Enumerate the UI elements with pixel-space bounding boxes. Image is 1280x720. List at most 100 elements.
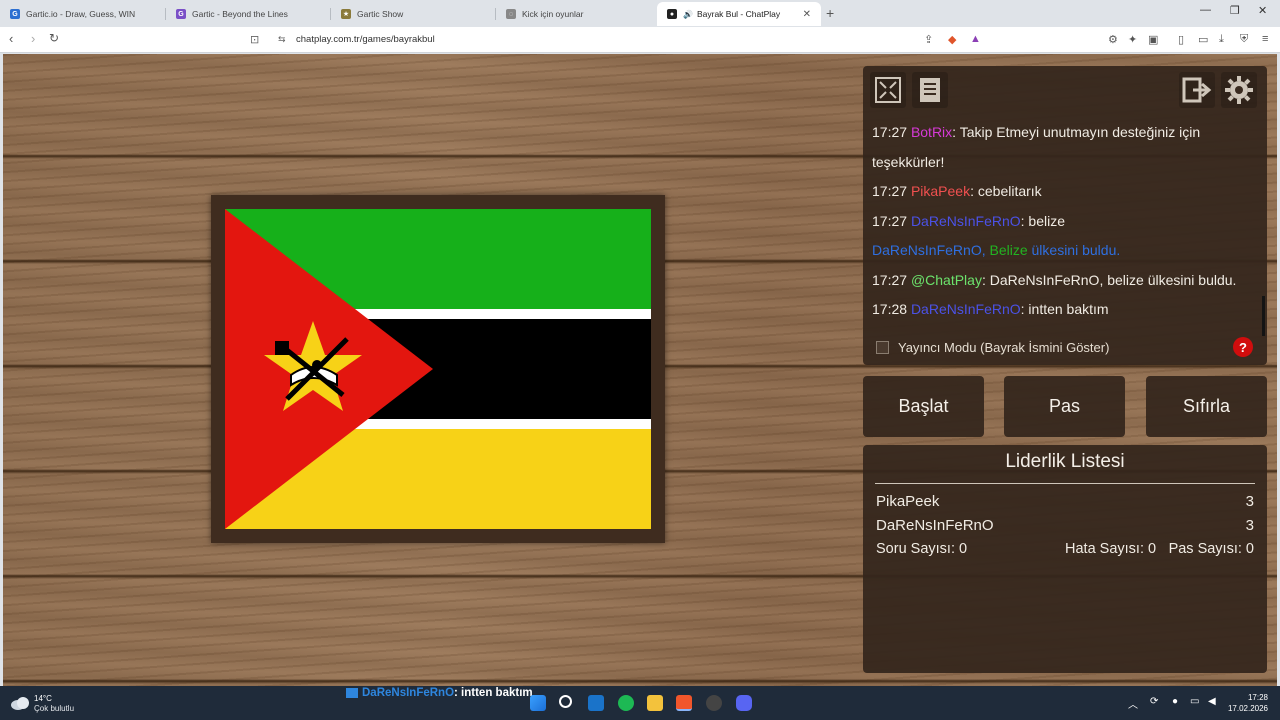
leaderboard-row: DaReNsInFeRnO 3 <box>876 517 1254 534</box>
maximize-icon[interactable]: ❐ <box>1230 4 1240 17</box>
puzzle-icon[interactable]: ✦ <box>1128 33 1137 46</box>
brave-shield-icon[interactable]: ◆ <box>948 33 956 46</box>
pass-button[interactable]: Pas <box>1004 376 1125 437</box>
brave-rewards-icon[interactable]: ▲ <box>970 33 981 45</box>
reset-button[interactable]: Sıfırla <box>1146 376 1267 437</box>
tab-title: Bayrak Bul - ChatPlay <box>696 9 781 19</box>
close-tab-icon[interactable]: ✕ <box>803 9 811 20</box>
download-icon[interactable]: ⤓ <box>1219 33 1224 46</box>
sync-icon[interactable]: ⟳ <box>1150 696 1158 707</box>
settings-button[interactable] <box>1221 72 1257 108</box>
gartic-io-icon: G <box>10 9 20 19</box>
site-info-icon[interactable]: ⇆ <box>278 34 286 45</box>
fullscreen-icon <box>875 77 901 103</box>
speaker-icon: 🔊 <box>683 9 693 19</box>
tab-title: Kick için oyunlar <box>522 9 584 19</box>
weather-desc[interactable]: Çok bulutlu <box>34 704 74 713</box>
tab-gartic-io[interactable]: G Gartic.io - Draw, Guess, WIN <box>0 2 165 26</box>
tab-title: Gartic.io - Draw, Guess, WIN <box>26 9 136 19</box>
chat-username: DaReNsInFeRnO <box>910 301 1021 317</box>
player-score: 3 <box>1245 517 1254 534</box>
menu-icon[interactable]: ≡ <box>1262 33 1268 45</box>
chat-username: BotRix <box>910 124 953 140</box>
bookmark-icon[interactable]: ⊡ <box>250 33 259 46</box>
pass-count: Pas Sayısı: 0 <box>1168 541 1254 557</box>
chat-message: 17:27 BotRix: Takip Etmeyi unutmayın des… <box>872 124 1201 140</box>
leaderboard-title: Liderlik Listesi <box>1005 451 1125 472</box>
close-window-icon[interactable]: ✕ <box>1258 4 1267 17</box>
stream-chat-overlay: DaReNsInFeRnO : intten baktım <box>346 686 533 700</box>
brave-browser-icon[interactable] <box>676 695 692 711</box>
share-icon[interactable]: ⇪ <box>924 33 933 46</box>
vpn-icon[interactable]: ⛨ <box>1240 33 1248 46</box>
back-icon[interactable]: ‹ <box>9 31 13 46</box>
player-name: PikaPeek <box>876 493 940 510</box>
announcement-country: Belize <box>989 242 1028 258</box>
overlay-text: : intten baktım <box>454 687 533 699</box>
extension-icon[interactable]: ⚙ <box>1108 33 1118 46</box>
wallet-icon[interactable]: ▭ <box>1198 33 1208 46</box>
tab-title: Gartic Show <box>357 9 404 19</box>
sidebar-icon[interactable]: ▯ <box>1178 33 1184 46</box>
discord-icon[interactable] <box>736 695 752 711</box>
flag-image <box>225 209 651 529</box>
player-score: 3 <box>1245 493 1254 510</box>
help-button[interactable]: ? <box>1233 337 1253 357</box>
chat-message: 17:27 PikaPeek: cebelitarık <box>872 183 1042 199</box>
tab-chatplay[interactable]: ● 🔊 Bayrak Bul - ChatPlay ✕ <box>657 2 821 26</box>
tab-title: Gartic - Beyond the Lines <box>192 9 288 19</box>
system-clock[interactable]: 17:28 17.02.2026 <box>1228 692 1268 714</box>
weather-cloud-icon <box>11 697 29 710</box>
mic-icon[interactable]: ● <box>1172 696 1178 707</box>
chat-message: 17:28 DaReNsInFeRnO: intten baktım <box>872 301 1109 317</box>
chat-scrollbar[interactable] <box>1262 296 1265 336</box>
fullscreen-button[interactable] <box>870 72 906 108</box>
forward-icon[interactable]: › <box>31 31 35 46</box>
new-tab-button[interactable]: + <box>826 5 834 21</box>
streamer-mode-toggle[interactable]: Yayıncı Modu (Bayrak İsmini Göster) <box>876 340 1109 355</box>
tab-kick[interactable]: ◌ Kick için oyunlar <box>496 2 656 26</box>
streamer-mode-checkbox[interactable] <box>876 341 889 354</box>
rules-button[interactable] <box>912 72 948 108</box>
overlay-user: DaReNsInFeRnO <box>362 687 455 699</box>
reload-icon[interactable]: ↻ <box>49 31 59 45</box>
chat-message: teşekkürler! <box>872 153 945 170</box>
player-name: DaReNsInFeRnO <box>876 517 994 534</box>
flag-frame <box>211 195 665 543</box>
divider <box>875 483 1255 484</box>
network-icon[interactable]: ▭ <box>1190 696 1199 707</box>
document-icon <box>920 78 940 102</box>
system-announcement: DaReNsInFeRnO, Belize ülkesini buldu. <box>872 236 1262 266</box>
gear-icon <box>1225 76 1253 104</box>
weather-temp[interactable]: 14°C <box>34 694 52 703</box>
taskbar: 14°C Çok bulutlu DaReNsInFeRnO : intten … <box>0 686 1280 720</box>
leaderboard-panel: Liderlik Listesi PikaPeek 3 DaReNsInFeRn… <box>863 445 1267 673</box>
kick-icon: ◌ <box>506 9 516 19</box>
outlook-icon[interactable] <box>588 695 604 711</box>
announcement-text: ülkesini buldu. <box>1031 242 1121 258</box>
search-icon[interactable] <box>559 695 572 708</box>
streamer-mode-label: Yayıncı Modu (Bayrak İsmini Göster) <box>898 340 1110 355</box>
file-explorer-icon[interactable] <box>647 695 663 711</box>
start-icon[interactable] <box>530 695 546 711</box>
overlay-icon <box>346 688 358 698</box>
media-icon[interactable]: ▣ <box>1148 33 1158 46</box>
url-field[interactable]: chatplay.com.tr/games/bayrakbul <box>296 34 435 45</box>
tab-gartic-show[interactable]: ★ Gartic Show <box>331 2 495 26</box>
minimize-icon[interactable]: — <box>1200 4 1211 16</box>
chat-panel: 17:27 BotRix: Takip Etmeyi unutmayın des… <box>863 66 1267 365</box>
spotify-icon[interactable] <box>618 695 634 711</box>
game-area: 17:27 BotRix: Takip Etmeyi unutmayın des… <box>3 54 1277 686</box>
chat-log: 17:27 BotRix: Takip Etmeyi unutmayın des… <box>872 118 1262 328</box>
chat-username: DaReNsInFeRnO <box>910 212 1021 229</box>
exit-button[interactable] <box>1179 72 1215 108</box>
volume-icon[interactable]: ◀ <box>1208 696 1216 707</box>
chat-username: PikaPeek <box>910 183 971 199</box>
exit-icon <box>1182 77 1212 103</box>
chat-message: 17:27 @ChatPlay: DaReNsInFeRnO, belize ü… <box>872 271 1237 288</box>
app-icon[interactable] <box>706 695 722 711</box>
tab-gartic[interactable]: G Gartic - Beyond the Lines <box>166 2 330 26</box>
start-button[interactable]: Başlat <box>863 376 984 437</box>
chevron-up-icon[interactable]: ︿ <box>1128 696 1138 711</box>
announcement-user: DaReNsInFeRnO, <box>872 242 986 258</box>
